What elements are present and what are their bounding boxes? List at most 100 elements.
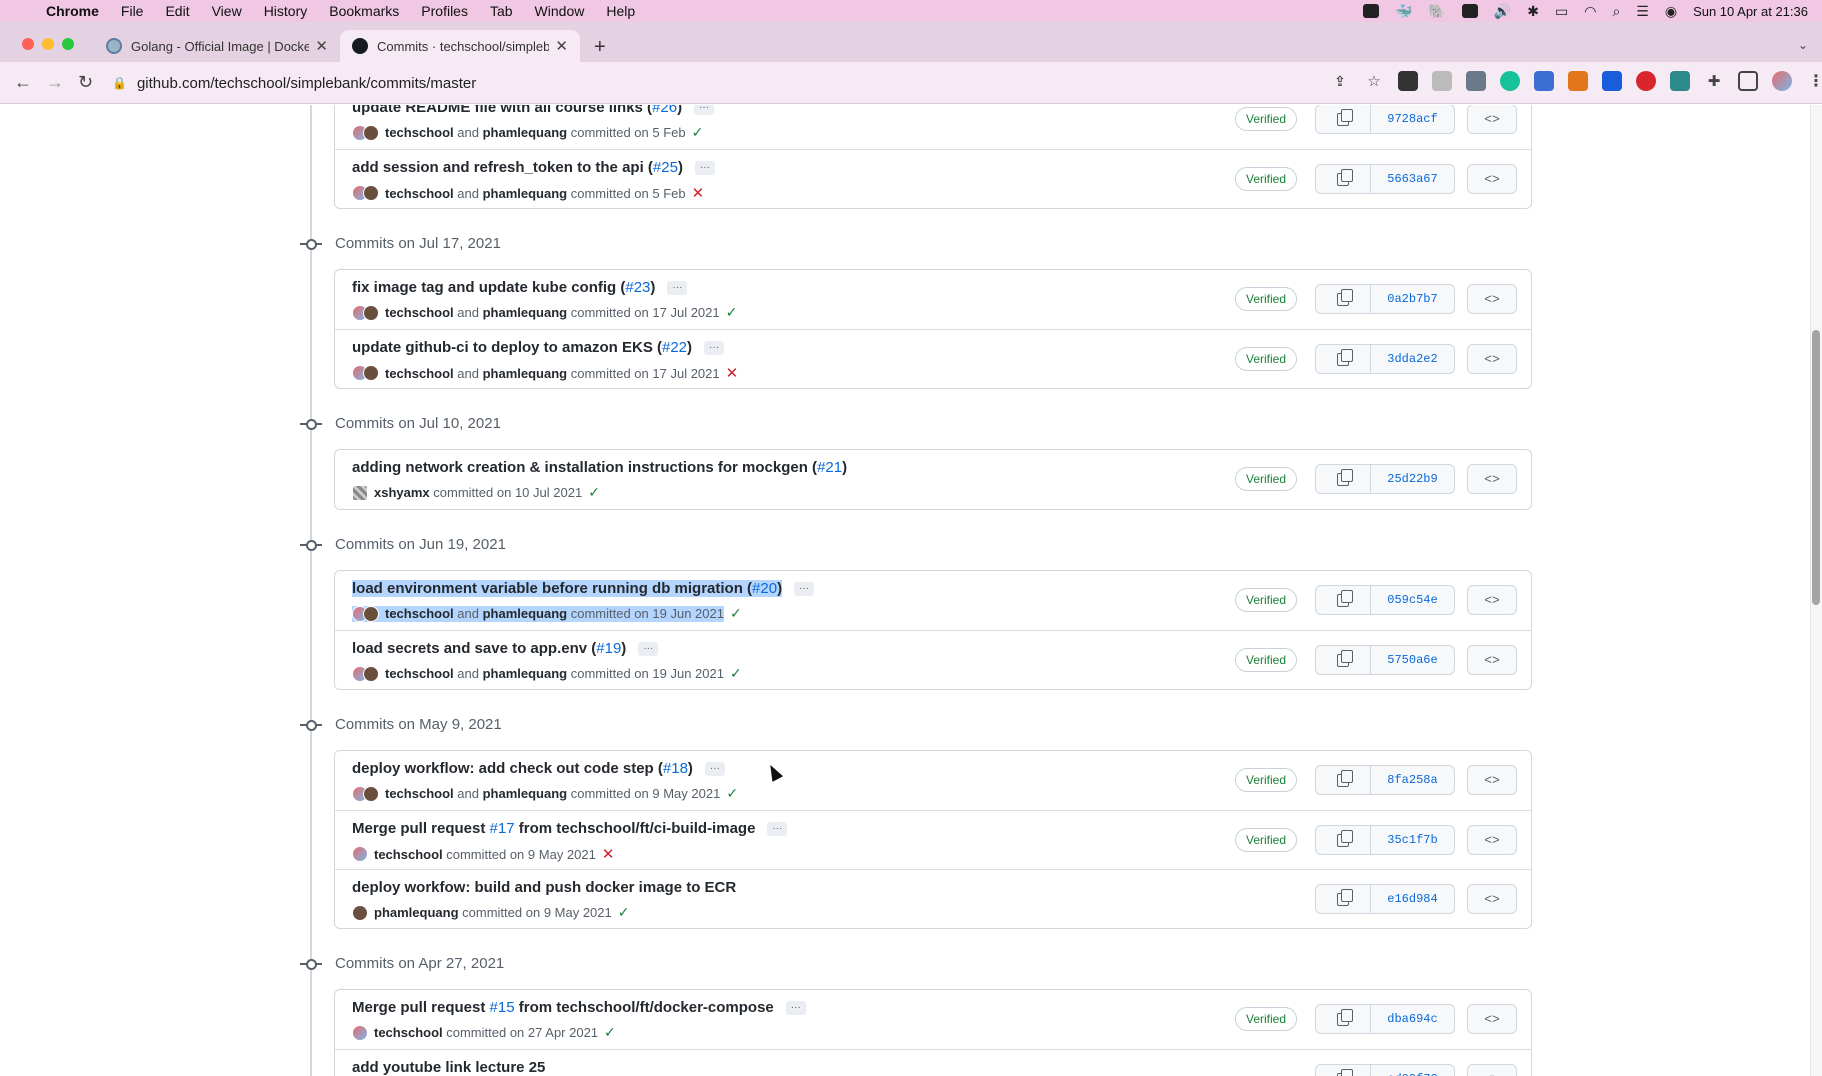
pull-request-link[interactable]: #18 [663, 760, 688, 777]
extension-layers-icon[interactable] [1534, 71, 1554, 91]
close-window-button[interactable] [22, 38, 34, 50]
expand-message-button[interactable]: ··· [767, 821, 788, 836]
commit-title-link[interactable]: deploy workflow: add check out code step… [352, 760, 663, 777]
verified-badge[interactable]: Verified [1235, 467, 1298, 491]
pull-request-link[interactable]: #26 [652, 105, 677, 116]
commit-date[interactable]: 5 Feb [652, 125, 685, 140]
expand-message-button[interactable]: ··· [694, 105, 715, 115]
back-arrow-icon[interactable]: ← [14, 72, 32, 93]
author-link[interactable]: techschool [385, 666, 454, 681]
check-status-icon[interactable]: ✓ [726, 304, 738, 321]
commit-title-link[interactable]: from techschool/ft/ci-build-image [515, 820, 756, 837]
author-avatars[interactable] [352, 484, 368, 501]
commit-message-text[interactable]: adding network creation & installation i… [352, 459, 847, 476]
failed-status-icon[interactable]: ✕ [726, 364, 739, 382]
avatar[interactable] [363, 304, 379, 321]
verified-badge[interactable]: Verified [1235, 1007, 1298, 1031]
commit-title-link[interactable]: Merge pull request [352, 999, 490, 1016]
extension-n-icon[interactable] [1670, 71, 1690, 91]
commit-message-text[interactable]: load secrets and save to app.env (#19) [352, 640, 626, 657]
check-status-icon[interactable]: ✓ [692, 124, 704, 141]
author-link[interactable]: techschool [385, 366, 454, 381]
author-link[interactable]: phamlequang [483, 305, 568, 320]
tab-commits[interactable]: Commits · techschool/simplebank ✕ [340, 30, 580, 62]
verified-badge[interactable]: Verified [1235, 287, 1298, 311]
metamask-icon[interactable] [1568, 71, 1588, 91]
verified-badge[interactable]: Verified [1235, 648, 1298, 672]
pull-request-link[interactable]: #21 [817, 459, 842, 476]
commit-message-text[interactable]: Merge pull request #17 from techschool/f… [352, 820, 755, 837]
menu-history[interactable]: History [264, 3, 308, 19]
copy-sha-button[interactable] [1315, 105, 1371, 134]
control-center-icon[interactable]: ☰ [1636, 3, 1649, 20]
wifi-icon[interactable]: ◠ [1584, 3, 1596, 20]
pull-request-link[interactable]: #25 [653, 159, 678, 176]
bookmark-star-icon[interactable]: ☆ [1364, 71, 1384, 91]
avatar[interactable] [363, 365, 379, 381]
avatar[interactable] [352, 904, 368, 921]
commit-title-link[interactable]: Merge pull request [352, 820, 490, 837]
commit-title-link[interactable]: ) [677, 105, 682, 116]
commit-title-link[interactable]: fix image tag and update kube config ( [352, 279, 625, 296]
commit-date[interactable]: 27 Apr 2021 [528, 1025, 598, 1040]
verified-badge[interactable]: Verified [1235, 107, 1298, 131]
more-menu-icon[interactable]: ⋮ [1806, 71, 1822, 91]
expand-message-button[interactable]: ··· [794, 581, 815, 596]
author-link[interactable]: xshyamx [374, 485, 430, 500]
copy-sha-button[interactable] [1315, 1064, 1371, 1076]
commit-title-link[interactable]: update README file with all course links… [352, 105, 652, 116]
commit-title-link[interactable]: add session and refresh_token to the api… [352, 159, 653, 176]
menu-bookmarks[interactable]: Bookmarks [329, 3, 399, 19]
menubar-clock[interactable]: Sun 10 Apr at 21:36 [1693, 4, 1808, 19]
verified-badge[interactable]: Verified [1235, 167, 1298, 191]
address-bar[interactable]: 🔒 github.com/techschool/simplebank/commi… [112, 68, 1352, 98]
pull-request-link[interactable]: #19 [596, 640, 621, 657]
avatar[interactable] [363, 124, 379, 141]
commit-message-text[interactable]: add session and refresh_token to the api… [352, 159, 683, 176]
author-avatars[interactable] [352, 605, 379, 622]
battery-icon[interactable]: ▭ [1555, 3, 1568, 20]
check-status-icon[interactable]: ✓ [588, 484, 600, 501]
avatar[interactable] [363, 665, 379, 682]
forward-arrow-icon[interactable]: → [46, 72, 64, 93]
author-link[interactable]: techschool [374, 847, 443, 862]
minimize-window-button[interactable] [42, 38, 54, 50]
bluetooth-icon[interactable]: ✱ [1527, 3, 1539, 20]
browse-repo-button[interactable]: <> [1467, 164, 1517, 194]
commit-title-link[interactable]: add youtube link lecture 25 [352, 1059, 545, 1076]
pull-request-link[interactable]: #17 [490, 820, 515, 837]
pull-request-link[interactable]: #22 [662, 339, 687, 356]
check-status-icon[interactable]: ✓ [726, 785, 738, 802]
copy-sha-button[interactable] [1315, 464, 1371, 494]
browse-repo-button[interactable]: <> [1467, 1004, 1517, 1034]
browse-repo-button[interactable]: <> [1467, 765, 1517, 795]
commit-sha-link[interactable]: 5663a67 [1371, 164, 1455, 194]
commit-title-link[interactable]: load environment variable before running… [352, 580, 752, 597]
new-tab-button[interactable]: + [594, 36, 606, 59]
commit-date[interactable]: 9 May 2021 [528, 847, 596, 862]
commit-sha-link[interactable]: 9728acf [1371, 105, 1455, 134]
commit-sha-link[interactable]: 3dda2e2 [1371, 344, 1455, 374]
copy-sha-button[interactable] [1315, 765, 1371, 795]
browse-repo-button[interactable]: <> [1467, 344, 1517, 374]
evernote-icon[interactable]: 🐘 [1428, 3, 1445, 20]
author-avatars[interactable] [352, 846, 368, 862]
author-link[interactable]: techschool [385, 186, 454, 201]
copy-sha-button[interactable] [1315, 284, 1371, 314]
author-link[interactable]: techschool [385, 786, 454, 801]
author-avatars[interactable] [352, 1024, 368, 1041]
copy-sha-button[interactable] [1315, 164, 1371, 194]
commit-title-link[interactable]: deploy workfow: build and push docker im… [352, 879, 736, 896]
url-text[interactable]: github.com/techschool/simplebank/commits… [137, 75, 476, 92]
expand-message-button[interactable]: ··· [785, 1000, 806, 1015]
commit-date[interactable]: 17 Jul 2021 [652, 305, 719, 320]
copy-sha-button[interactable] [1315, 1004, 1371, 1034]
commit-sha-link[interactable]: 8fa258a [1371, 765, 1455, 795]
author-link[interactable]: phamlequang [483, 606, 568, 621]
commit-title-link[interactable]: ) [678, 159, 683, 176]
author-avatars[interactable] [352, 904, 368, 921]
docker-status-icon[interactable]: 🐳 [1395, 3, 1412, 20]
profile-avatar[interactable] [1772, 71, 1792, 91]
spotlight-icon[interactable]: ⌕ [1612, 3, 1620, 20]
commit-title-link[interactable]: update github-ci to deploy to amazon EKS… [352, 339, 662, 356]
